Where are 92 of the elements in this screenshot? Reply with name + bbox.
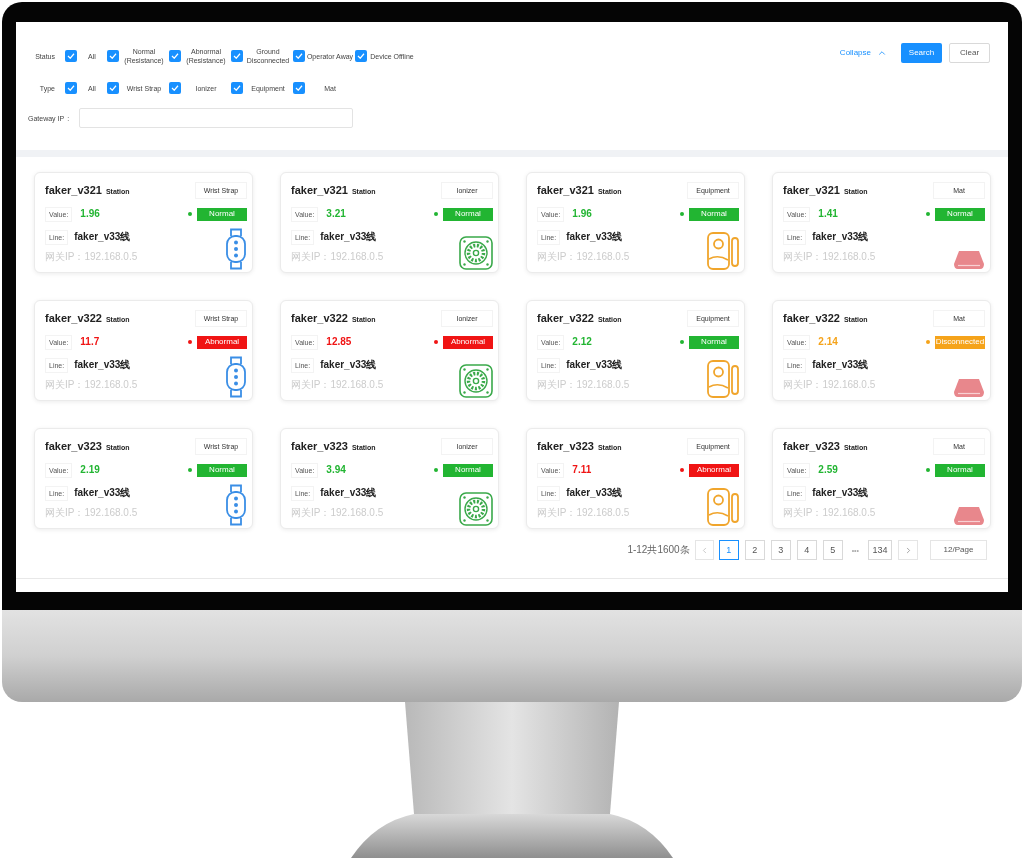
station-name: faker_v321 bbox=[537, 184, 594, 196]
value-reading: 12.85 bbox=[326, 337, 352, 347]
wristband-icon bbox=[225, 484, 247, 526]
line-name: faker_v33线 bbox=[812, 232, 869, 242]
checkbox[interactable] bbox=[65, 50, 77, 62]
page-button[interactable]: 4 bbox=[796, 540, 817, 560]
mat-icon bbox=[953, 378, 985, 398]
fan-icon bbox=[459, 492, 493, 526]
check-icon bbox=[233, 85, 241, 91]
device-icon bbox=[707, 232, 739, 270]
station-name: faker_v322 bbox=[45, 312, 102, 324]
checkbox[interactable] bbox=[65, 82, 77, 94]
value-reading: 2.14 bbox=[818, 337, 838, 347]
clear-button[interactable]: Clear bbox=[949, 43, 990, 63]
value-reading: 2.59 bbox=[818, 465, 838, 475]
status-badge: Normal bbox=[689, 335, 739, 349]
value-reading: 1.96 bbox=[80, 209, 100, 219]
checkbox[interactable] bbox=[231, 82, 243, 94]
status-badge: Abnormal bbox=[689, 463, 739, 477]
status-badge: Normal bbox=[197, 207, 247, 221]
status-badge: Normal bbox=[689, 207, 739, 221]
line-name: faker_v33线 bbox=[320, 488, 377, 498]
line-name: faker_v33线 bbox=[566, 360, 623, 370]
mat-icon bbox=[953, 506, 985, 526]
station-name: faker_v321 bbox=[783, 184, 840, 196]
check-icon bbox=[171, 53, 179, 59]
check-icon bbox=[109, 53, 117, 59]
status-badge: Normal bbox=[443, 463, 493, 477]
status-badge: Abnormal bbox=[197, 335, 247, 349]
status-badge: Normal bbox=[443, 207, 493, 221]
check-icon bbox=[295, 53, 303, 59]
station-name: faker_v323 bbox=[537, 440, 594, 452]
checkbox[interactable] bbox=[169, 50, 181, 62]
pagination-summary: 1-12共1600条 bbox=[627, 545, 690, 555]
status-badge: Normal bbox=[197, 463, 247, 477]
checkbox[interactable] bbox=[107, 82, 119, 94]
station-name: faker_v322 bbox=[783, 312, 840, 324]
check-icon bbox=[109, 85, 117, 91]
value-reading: 1.41 bbox=[818, 209, 838, 219]
checkbox[interactable] bbox=[231, 50, 243, 62]
value-reading: 2.19 bbox=[80, 465, 100, 475]
fan-icon bbox=[459, 236, 493, 270]
line-name: faker_v33线 bbox=[812, 488, 869, 498]
value-reading: 3.94 bbox=[326, 465, 346, 475]
line-name: faker_v33线 bbox=[566, 488, 623, 498]
value-reading: 2.12 bbox=[572, 337, 592, 347]
checkbox[interactable] bbox=[169, 82, 181, 94]
check-icon bbox=[233, 53, 241, 59]
checkbox[interactable] bbox=[293, 50, 305, 62]
line-name: faker_v33线 bbox=[320, 360, 377, 370]
checkbox[interactable] bbox=[355, 50, 367, 62]
line-name: faker_v33线 bbox=[320, 232, 377, 242]
value-reading: 1.96 bbox=[572, 209, 592, 219]
check-icon bbox=[295, 85, 303, 91]
value-reading: 7.11 bbox=[572, 465, 592, 475]
checkbox[interactable] bbox=[293, 82, 305, 94]
line-name: faker_v33线 bbox=[74, 232, 131, 242]
gateway-ip-input[interactable] bbox=[79, 108, 354, 128]
line-name: faker_v33线 bbox=[74, 488, 131, 498]
check-icon bbox=[67, 53, 75, 59]
station-name: faker_v321 bbox=[291, 184, 348, 196]
device-icon bbox=[707, 488, 739, 526]
page-button[interactable]: 134 bbox=[868, 540, 892, 560]
station-name: faker_v323 bbox=[291, 440, 348, 452]
station-name: faker_v322 bbox=[537, 312, 594, 324]
station-name: faker_v323 bbox=[45, 440, 102, 452]
station-name: faker_v323 bbox=[783, 440, 840, 452]
checkbox[interactable] bbox=[107, 50, 119, 62]
line-name: faker_v33线 bbox=[74, 360, 131, 370]
chevron-up-icon bbox=[877, 48, 887, 58]
station-name: faker_v321 bbox=[45, 184, 102, 196]
status-badge: Normal bbox=[935, 463, 985, 477]
page-button[interactable]: 2 bbox=[744, 540, 765, 560]
wristband-icon bbox=[225, 356, 247, 398]
status-badge: Abnormal bbox=[443, 335, 493, 349]
line-name: faker_v33线 bbox=[812, 360, 869, 370]
page-size-select[interactable]: 12/Page bbox=[930, 540, 987, 560]
device-icon bbox=[707, 360, 739, 398]
line-name: faker_v33线 bbox=[566, 232, 623, 242]
value-reading: 3.21 bbox=[326, 209, 346, 219]
wristband-icon bbox=[225, 228, 247, 270]
page-button[interactable]: 5 bbox=[822, 540, 843, 560]
status-badge: Normal bbox=[935, 207, 985, 221]
check-icon bbox=[171, 85, 179, 91]
check-icon bbox=[67, 85, 75, 91]
mat-icon bbox=[953, 250, 985, 270]
station-name: faker_v322 bbox=[291, 312, 348, 324]
check-icon bbox=[357, 53, 365, 59]
page-button[interactable]: 3 bbox=[770, 540, 791, 560]
fan-icon bbox=[459, 364, 493, 398]
value-reading: 11.7 bbox=[80, 337, 100, 347]
status-badge: Disconnected bbox=[935, 335, 985, 349]
